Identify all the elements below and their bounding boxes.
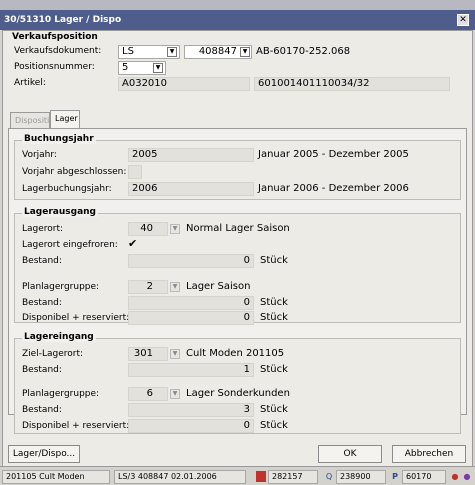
bestand-label: Bestand:	[22, 256, 62, 266]
eingang-planlagergruppe-field[interactable]: 6	[128, 387, 168, 401]
vorjahr-abgeschlossen-label: Vorjahr abgeschlossen:	[22, 167, 127, 177]
status-kunde: 201105 Cult Moden	[2, 470, 110, 484]
lagerort-label: Lagerort:	[22, 224, 64, 234]
abbrechen-button[interactable]: Abbrechen	[392, 445, 466, 463]
vorjahr-range: Januar 2005 - Dezember 2005	[258, 149, 409, 160]
ziellagerort-field[interactable]: 301	[128, 347, 168, 361]
chevron-down-icon[interactable]: ▼	[240, 47, 250, 57]
lager-dispo-button[interactable]: Lager/Dispo...	[8, 445, 80, 463]
disponibel-unit: Stück	[260, 312, 288, 323]
status-nummer1: 282157	[268, 470, 318, 484]
top-strip	[0, 0, 475, 10]
artikel-code-field: A032010	[118, 77, 250, 91]
eingang-bestand2-field: 3	[128, 403, 254, 417]
search-icon: Q	[325, 472, 333, 481]
ziellagerort-name: Cult Moden 201105	[186, 348, 285, 359]
status-nummer2: 238900	[336, 470, 386, 484]
vorjahr-abgeschlossen-checkbox[interactable]	[128, 165, 142, 179]
bestand2-label: Bestand:	[22, 298, 62, 308]
lagerort-name: Normal Lager Saison	[186, 223, 290, 234]
close-icon[interactable]: ✕	[457, 14, 469, 26]
eingang-bestand-unit: Stück	[260, 364, 288, 375]
check-icon[interactable]: ✔	[128, 237, 137, 250]
status-dokument: LS/3 408847 02.01.2006	[114, 470, 246, 484]
bestand2-unit: Stück	[260, 297, 288, 308]
lagerbuchungsjahr-label: Lagerbuchungsjahr:	[22, 184, 112, 194]
verkaufsdokument-ref: AB-60170-252.068	[256, 46, 351, 57]
buchungsjahr-header: Buchungsjahr	[22, 134, 96, 144]
chevron-down-icon[interactable]: ▼	[170, 389, 180, 399]
chevron-down-icon[interactable]: ▼	[167, 47, 177, 57]
eingang-disponibel-unit: Stück	[260, 420, 288, 431]
eingang-planlagergruppe-name: Lager Sonderkunden	[186, 388, 290, 399]
chevron-down-icon[interactable]: ▼	[170, 349, 180, 359]
lagerbuchungsjahr-field: 2006	[128, 182, 254, 196]
status-nummer3: 60170	[402, 470, 446, 484]
document-icon	[256, 471, 266, 482]
status-bar: 201105 Cult Moden LS/3 408847 02.01.2006…	[0, 466, 475, 485]
chevron-down-icon[interactable]: ▼	[170, 282, 180, 292]
disponibel-label: Disponibel + reserviert:	[22, 313, 130, 323]
verkaufsposition-header: Verkaufsposition	[12, 32, 98, 42]
chevron-down-icon[interactable]: ▼	[170, 224, 180, 234]
verkaufsdokument-label: Verkaufsdokument:	[14, 46, 102, 56]
artikel-ean-field: 601001401110034/32	[254, 77, 450, 91]
eingang-bestand2-label: Bestand:	[22, 405, 62, 415]
eingefroren-label: Lagerort eingefroren:	[22, 240, 118, 250]
eingang-bestand-label: Bestand:	[22, 365, 62, 375]
lagerausgang-header: Lagerausgang	[22, 207, 98, 217]
planlagergruppe-label: Planlagergruppe:	[22, 282, 100, 292]
eingang-bestand-field: 1	[128, 363, 254, 377]
vorjahr-field: 2005	[128, 148, 254, 162]
ziellagerort-label: Ziel-Lagerort:	[22, 349, 84, 359]
lagereingang-header: Lagereingang	[22, 332, 96, 342]
positionsnummer-label: Positionsnummer:	[14, 62, 95, 72]
window-title: 30/51310 Lager / Dispo	[4, 15, 122, 25]
info-icon: ●	[463, 472, 471, 481]
artikel-label: Artikel:	[14, 78, 46, 88]
planlagergruppe-field[interactable]: 2	[128, 280, 168, 294]
eingang-bestand2-unit: Stück	[260, 404, 288, 415]
bestand2-field: 0	[128, 296, 254, 310]
disponibel-field: 0	[128, 311, 254, 325]
eingang-disponibel-label: Disponibel + reserviert:	[22, 421, 130, 431]
eingang-disponibel-field: 0	[128, 419, 254, 433]
ok-button[interactable]: OK	[318, 445, 382, 463]
bestand-unit: Stück	[260, 255, 288, 266]
vorjahr-label: Vorjahr:	[22, 150, 57, 160]
chevron-down-icon[interactable]: ▼	[153, 63, 163, 73]
lagerbuchungsjahr-range: Januar 2006 - Dezember 2006	[258, 183, 409, 194]
lagerort-field[interactable]: 40	[128, 222, 168, 236]
bestand-field: 0	[128, 254, 254, 268]
p-icon: P	[392, 472, 398, 481]
eingang-planlagergruppe-label: Planlagergruppe:	[22, 389, 100, 399]
planlagergruppe-name: Lager Saison	[186, 281, 251, 292]
title-bar: 30/51310 Lager / Dispo ✕	[0, 10, 475, 30]
flag-icon: ●	[451, 472, 459, 481]
